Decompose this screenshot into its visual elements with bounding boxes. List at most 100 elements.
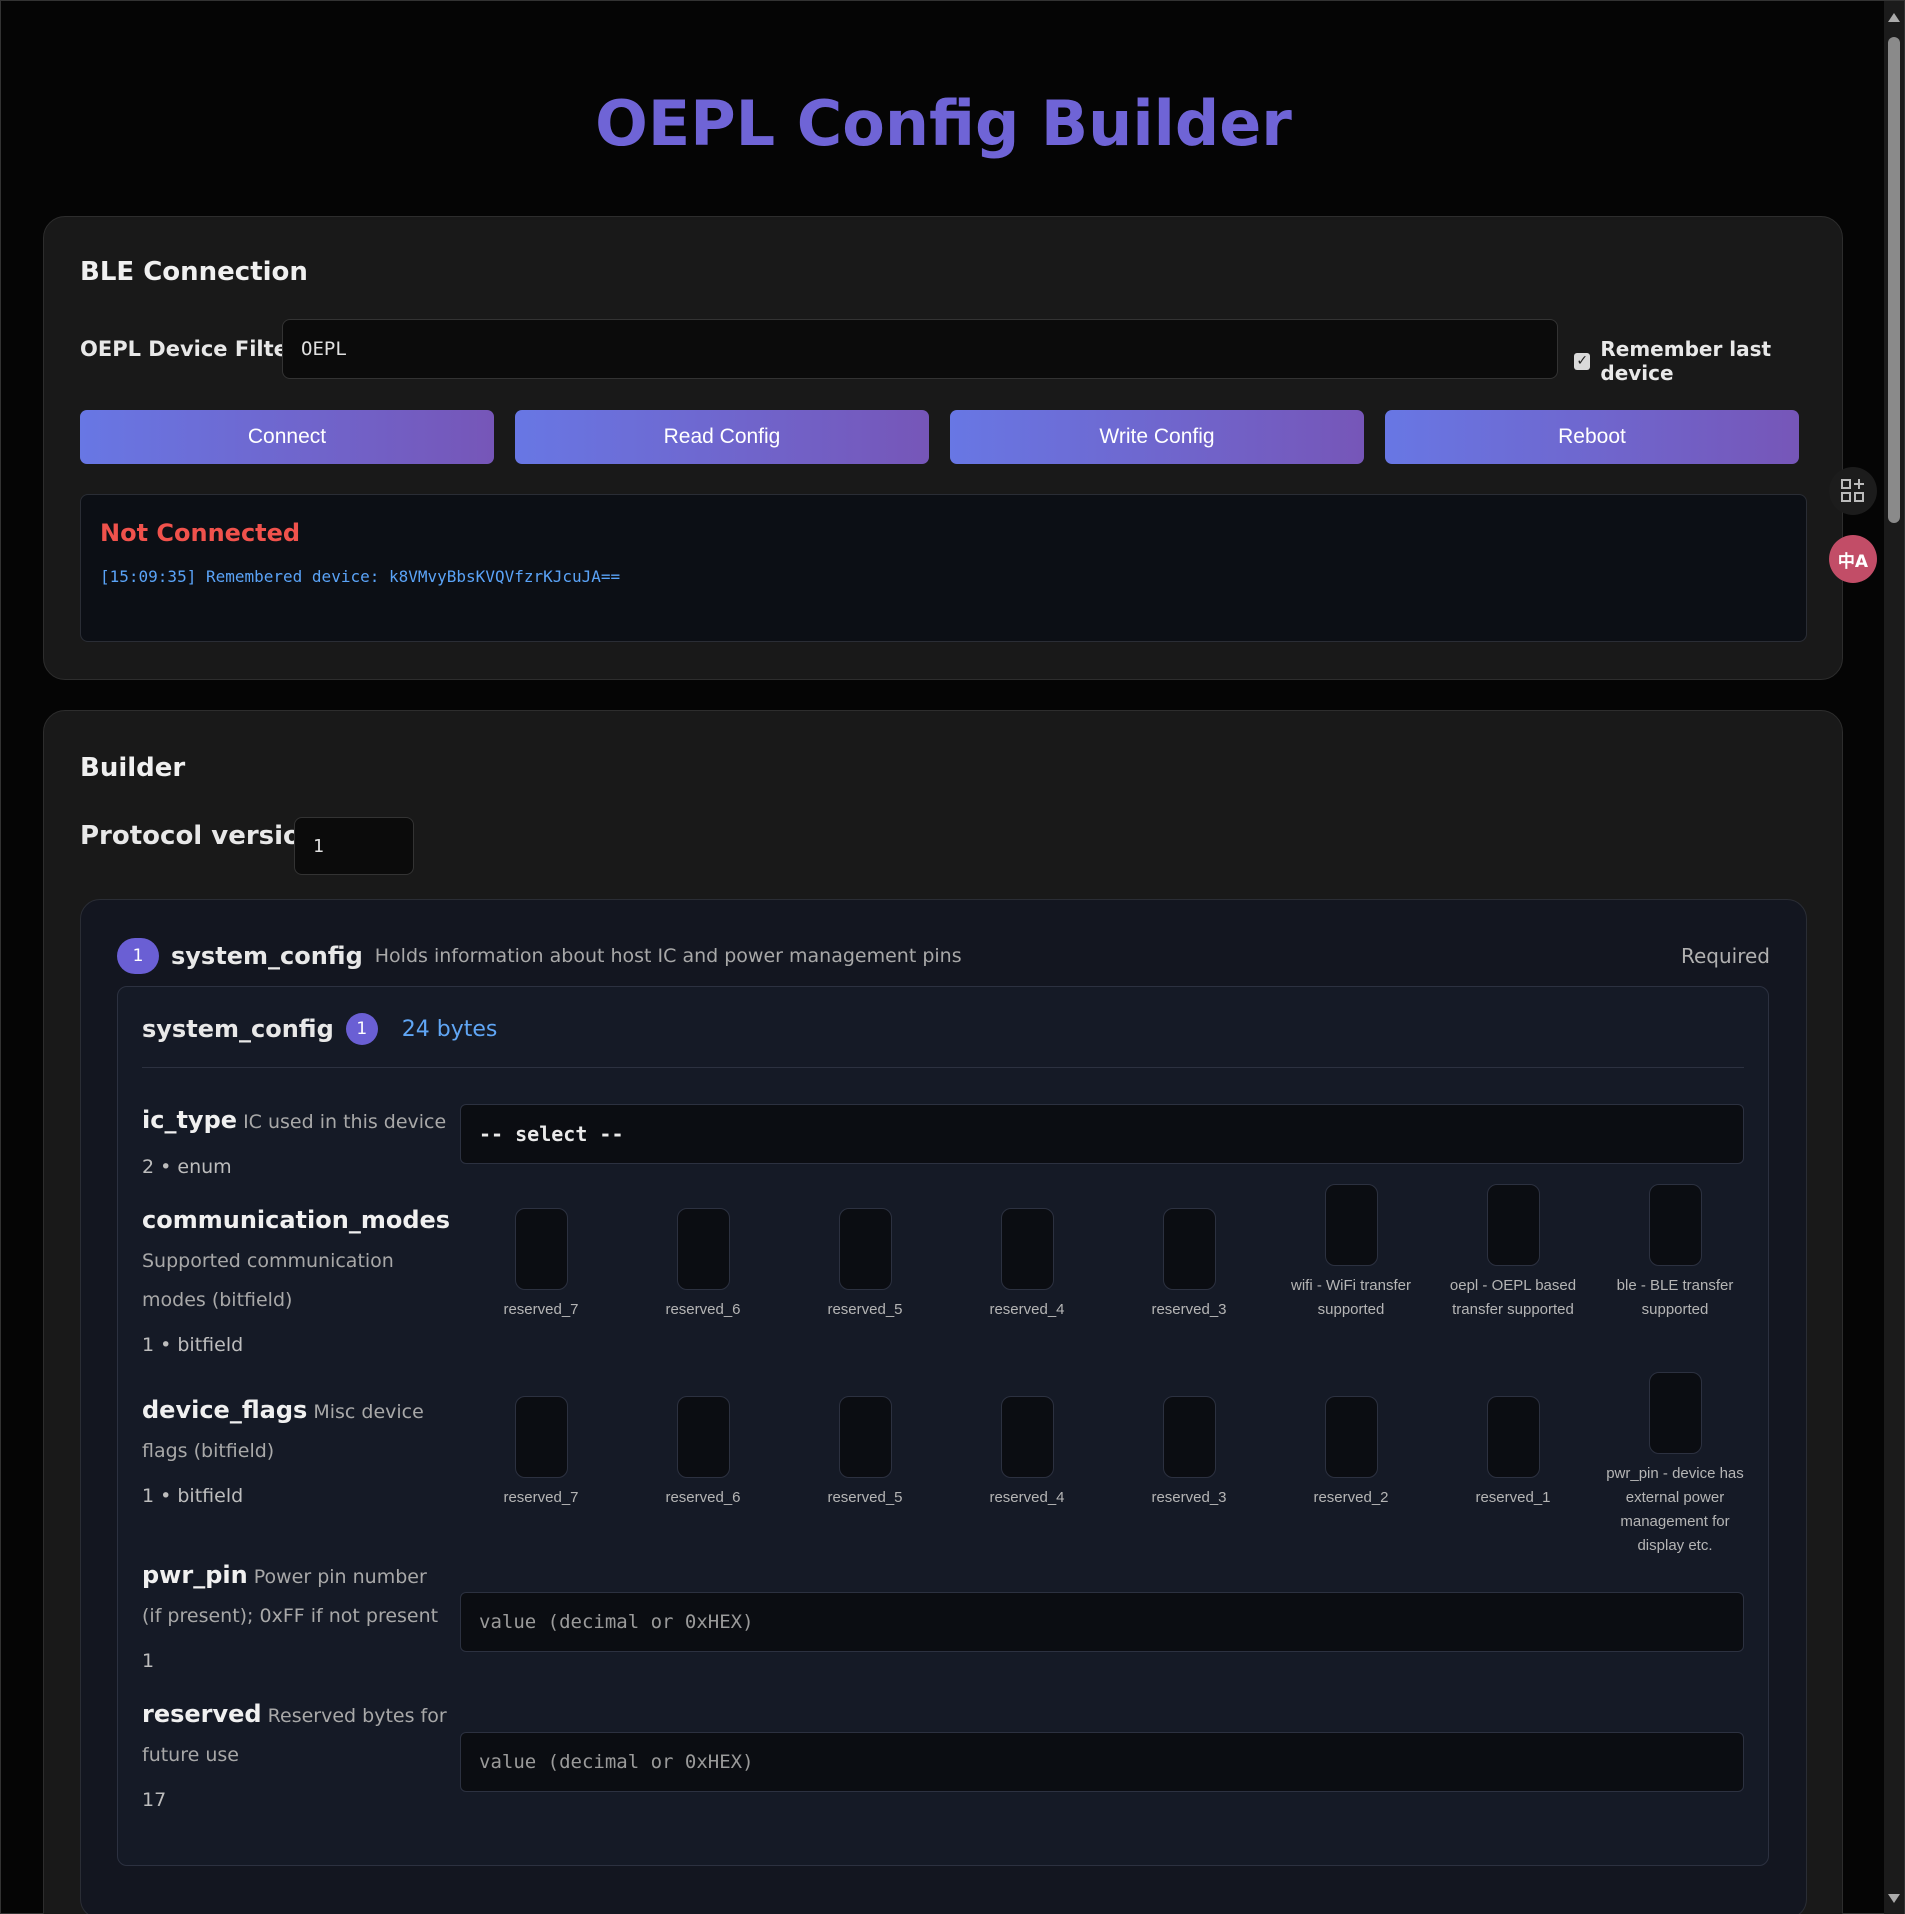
field-communication-modes: communication_modes Supported communicat… bbox=[142, 1201, 452, 1365]
bit-toggle[interactable] bbox=[1162, 1396, 1216, 1478]
bit-toggle[interactable] bbox=[838, 1396, 892, 1478]
page-title: OEPL Config Builder bbox=[595, 87, 1292, 160]
field-meta: 1 • bitfield bbox=[142, 1334, 244, 1356]
communication-modes-bits: reserved_7 reserved_6 reserved_5 reserve… bbox=[460, 1162, 1760, 1322]
bit-toggle[interactable] bbox=[1648, 1372, 1702, 1454]
bit-reserved-1[interactable]: reserved_1 bbox=[1432, 1396, 1594, 1510]
bit-toggle[interactable] bbox=[676, 1396, 730, 1478]
connection-status: Not Connected bbox=[100, 519, 301, 547]
scroll-down-icon[interactable] bbox=[1888, 1894, 1900, 1903]
protocol-version-input[interactable] bbox=[294, 817, 414, 875]
bit-label: oepl - OEPL based transfer supported bbox=[1449, 1277, 1577, 1318]
bit-pwr-pin[interactable]: pwr_pin - device has external power mana… bbox=[1594, 1372, 1756, 1558]
bit-wifi[interactable]: wifi - WiFi transfer supported bbox=[1270, 1184, 1432, 1322]
field-name: communication_modes bbox=[142, 1206, 451, 1234]
field-desc: Supported communication modes (bitfield) bbox=[142, 1250, 394, 1311]
bit-toggle[interactable] bbox=[1000, 1208, 1054, 1290]
block-header[interactable]: 1 system_config Holds information about … bbox=[117, 938, 962, 974]
grid-plus-icon[interactable] bbox=[1829, 467, 1877, 515]
field-meta: 1 bbox=[142, 1650, 155, 1672]
bit-toggle[interactable] bbox=[1486, 1184, 1540, 1266]
bit-label: reserved_7 bbox=[503, 1301, 579, 1318]
block-description: Holds information about host IC and powe… bbox=[374, 945, 962, 967]
bit-label: reserved_1 bbox=[1475, 1489, 1551, 1506]
remember-label: Remember last device bbox=[1600, 337, 1772, 385]
field-name: pwr_pin bbox=[142, 1561, 248, 1589]
bit-reserved-7[interactable]: reserved_7 bbox=[460, 1396, 622, 1510]
status-log-line: [15:09:35] Remembered device: k8VMvyBbsK… bbox=[100, 567, 621, 586]
bit-reserved-5[interactable]: reserved_5 bbox=[784, 1208, 946, 1322]
field-reserved: reserved Reserved bytes for future use 1… bbox=[142, 1695, 452, 1820]
translate-icon[interactable]: 中A bbox=[1829, 535, 1877, 583]
bit-oepl[interactable]: oepl - OEPL based transfer supported bbox=[1432, 1184, 1594, 1322]
bit-label: ble - BLE transfer supported bbox=[1616, 1277, 1734, 1318]
block-name: system_config bbox=[171, 942, 363, 970]
bit-toggle[interactable] bbox=[1000, 1396, 1054, 1478]
bit-toggle[interactable] bbox=[1162, 1208, 1216, 1290]
bit-reserved-4[interactable]: reserved_4 bbox=[946, 1396, 1108, 1510]
bit-label: reserved_5 bbox=[827, 1301, 903, 1318]
bit-toggle[interactable] bbox=[838, 1208, 892, 1290]
bit-ble[interactable]: ble - BLE transfer supported bbox=[1594, 1184, 1756, 1322]
bit-reserved-4[interactable]: reserved_4 bbox=[946, 1208, 1108, 1322]
system-config-block: 1 system_config Holds information about … bbox=[80, 899, 1807, 1914]
grid-plus-icon-svg bbox=[1841, 479, 1864, 502]
bit-label: pwr_pin - device has external power mana… bbox=[1606, 1465, 1744, 1554]
bit-toggle[interactable] bbox=[514, 1396, 568, 1478]
block-number-badge: 1 bbox=[117, 938, 159, 974]
bit-label: reserved_6 bbox=[665, 1489, 741, 1506]
ic-type-select[interactable]: -- select -- bbox=[460, 1104, 1744, 1164]
field-desc: IC used in this device bbox=[243, 1111, 447, 1133]
bit-toggle[interactable] bbox=[676, 1208, 730, 1290]
byte-size: 24 bytes bbox=[401, 1016, 498, 1042]
reserved-input[interactable] bbox=[460, 1732, 1744, 1792]
field-name: device_flags bbox=[142, 1396, 308, 1424]
remember-device-toggle[interactable]: ✓ Remember last device bbox=[1574, 337, 1842, 385]
field-meta: 2 • enum bbox=[142, 1156, 232, 1178]
bit-label: wifi - WiFi transfer supported bbox=[1291, 1277, 1411, 1318]
bit-toggle[interactable] bbox=[514, 1208, 568, 1290]
builder-heading: Builder bbox=[80, 753, 186, 783]
field-pwr-pin: pwr_pin Power pin number (if present); 0… bbox=[142, 1556, 452, 1681]
bit-toggle[interactable] bbox=[1648, 1184, 1702, 1266]
reboot-button[interactable]: Reboot bbox=[1385, 410, 1799, 464]
system-config-editor: system_config 1 24 bytes ic_type IC used… bbox=[117, 986, 1769, 1866]
field-name: ic_type bbox=[142, 1106, 238, 1134]
field-device-flags: device_flags Misc device flags (bitfield… bbox=[142, 1391, 452, 1516]
bit-reserved-3[interactable]: reserved_3 bbox=[1108, 1396, 1270, 1510]
ble-heading: BLE Connection bbox=[80, 257, 308, 287]
divider bbox=[142, 1067, 1744, 1068]
required-label: Required bbox=[1680, 944, 1770, 968]
bit-label: reserved_4 bbox=[989, 1301, 1065, 1318]
device-filter-input[interactable] bbox=[282, 319, 1558, 379]
protocol-version-label: Protocol version bbox=[80, 821, 320, 851]
pwr-pin-input[interactable] bbox=[460, 1592, 1744, 1652]
bit-reserved-6[interactable]: reserved_6 bbox=[622, 1396, 784, 1510]
connect-button[interactable]: Connect bbox=[80, 410, 494, 464]
write-config-button[interactable]: Write Config bbox=[950, 410, 1364, 464]
bit-reserved-6[interactable]: reserved_6 bbox=[622, 1208, 784, 1322]
editor-header: system_config 1 24 bytes bbox=[142, 1013, 497, 1045]
bit-reserved-3[interactable]: reserved_3 bbox=[1108, 1208, 1270, 1322]
field-meta: 17 bbox=[142, 1789, 167, 1811]
bit-reserved-5[interactable]: reserved_5 bbox=[784, 1396, 946, 1510]
read-config-button[interactable]: Read Config bbox=[515, 410, 929, 464]
bit-label: reserved_5 bbox=[827, 1489, 903, 1506]
bit-label: reserved_4 bbox=[989, 1489, 1065, 1506]
bit-reserved-2[interactable]: reserved_2 bbox=[1270, 1396, 1432, 1510]
bit-toggle[interactable] bbox=[1324, 1396, 1378, 1478]
bit-label: reserved_7 bbox=[503, 1489, 579, 1506]
remember-checkbox[interactable]: ✓ bbox=[1574, 352, 1591, 370]
device-filter-label: OEPL Device Filter: bbox=[80, 337, 307, 361]
builder-card: Builder Protocol version 1 system_config… bbox=[43, 710, 1843, 1914]
bit-toggle[interactable] bbox=[1324, 1184, 1378, 1266]
bit-label: reserved_3 bbox=[1151, 1301, 1227, 1318]
bit-reserved-7[interactable]: reserved_7 bbox=[460, 1208, 622, 1322]
scroll-thumb[interactable] bbox=[1888, 37, 1900, 523]
ble-connection-card: BLE Connection OEPL Device Filter: ✓ Rem… bbox=[43, 216, 1843, 680]
editor-number-badge: 1 bbox=[345, 1013, 378, 1045]
scroll-up-icon[interactable] bbox=[1888, 13, 1900, 22]
bit-toggle[interactable] bbox=[1486, 1396, 1540, 1478]
scrollbar[interactable] bbox=[1884, 1, 1904, 1914]
bit-label: reserved_2 bbox=[1313, 1489, 1389, 1506]
